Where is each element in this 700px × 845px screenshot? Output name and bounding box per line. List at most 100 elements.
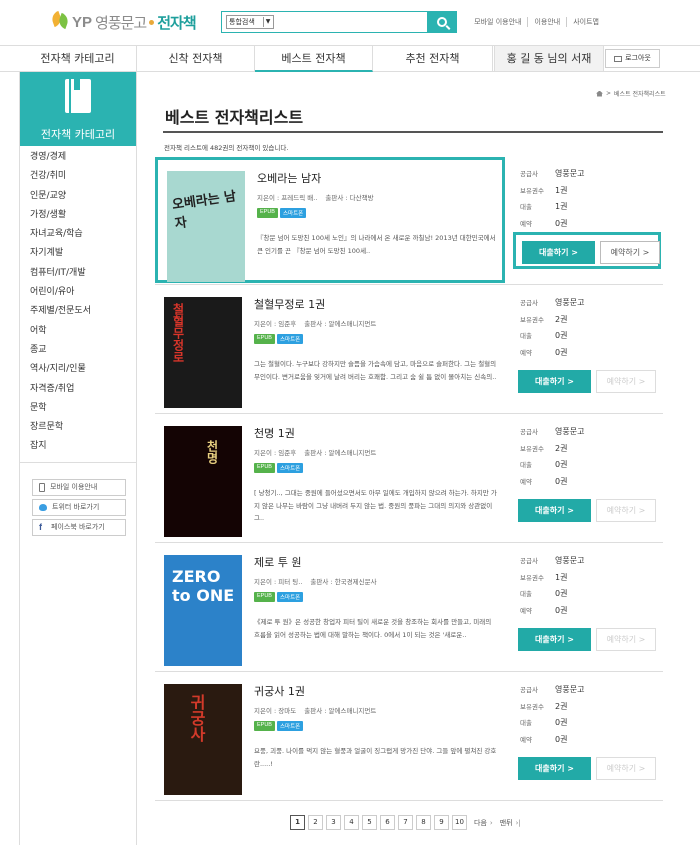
reserved-label: 예약 bbox=[520, 477, 532, 486]
category-item[interactable]: 어린이/유아 bbox=[30, 283, 136, 302]
book-meta: 지은이 : 장마도 출판사 : 알에스매니지먼트 bbox=[254, 705, 376, 715]
book-cover[interactable]: 귀궁사 bbox=[164, 684, 242, 795]
my-library-link[interactable]: 홍 길 동 님의 서재 bbox=[494, 46, 604, 71]
category-item[interactable]: 주제별/전문도서 bbox=[30, 302, 136, 321]
mobile-guide-button[interactable]: 모바일 이용안내 bbox=[32, 478, 126, 496]
page-link[interactable]: 5 bbox=[362, 815, 377, 830]
category-item[interactable]: 인문/교양 bbox=[30, 187, 136, 206]
page-link[interactable]: 7 bbox=[398, 815, 413, 830]
last-page-link[interactable]: 맨뒤 bbox=[500, 818, 513, 828]
facebook-button[interactable]: f 페이스북 바로가기 bbox=[32, 518, 126, 536]
owned-label: 보유권수 bbox=[520, 702, 544, 711]
twitter-button[interactable]: 트위터 바로가기 bbox=[32, 498, 126, 516]
page-link[interactable]: 3 bbox=[326, 815, 341, 830]
category-item[interactable]: 건강/취미 bbox=[30, 167, 136, 186]
category-item[interactable]: 장르문학 bbox=[30, 418, 136, 437]
sidebar-title: 전자책 카테고리 bbox=[40, 128, 116, 141]
loan-button[interactable]: 대출하기 > bbox=[522, 241, 595, 264]
category-item[interactable]: 어학 bbox=[30, 322, 136, 341]
book-description: [ 낭청기.., 그대는 중원에 들어섰으면서도 아무 일에도 개입하지 않으려… bbox=[254, 489, 497, 522]
book-row: 천명 천명 1권 지은이 : 임준후 출판사 : 알에스매니지먼트 EPUB 스… bbox=[155, 415, 663, 543]
publisher-prefix: 출판사 : bbox=[304, 707, 327, 715]
category-item[interactable]: 역사/지리/인물 bbox=[30, 360, 136, 379]
book-title[interactable]: 철혈무정로 1권 bbox=[254, 296, 325, 312]
nav-category[interactable]: 전자책 카테고리 bbox=[19, 46, 137, 71]
book-cover[interactable]: 오베라는 남자 bbox=[167, 171, 245, 282]
category-item[interactable]: 문학 bbox=[30, 399, 136, 418]
main-nav: 전자책 카테고리 신착 전자책 베스트 전자책 추천 전자책 홍 길 동 님의 … bbox=[0, 45, 700, 72]
page-link[interactable]: 9 bbox=[434, 815, 449, 830]
site-logo[interactable]: YP 영풍문고 전자책 bbox=[49, 9, 197, 35]
reserve-button[interactable]: 예약하기 > bbox=[596, 370, 656, 393]
stock-info: 공급사 영풍문고 보유권수 2권 대출 0권 예약 0권 bbox=[518, 424, 658, 490]
loan-button[interactable]: 대출하기 > bbox=[518, 628, 591, 651]
book-cover[interactable]: 천명 bbox=[164, 426, 242, 537]
category-item[interactable]: 잡지 bbox=[30, 437, 136, 456]
book-title[interactable]: 제로 투 원 bbox=[254, 554, 301, 570]
page-link[interactable]: 6 bbox=[380, 815, 395, 830]
nav-new[interactable]: 신착 전자책 bbox=[137, 46, 255, 71]
category-item[interactable]: 자녀교육/학습 bbox=[30, 225, 136, 244]
next-page-link[interactable]: 다음 bbox=[474, 818, 487, 828]
page-link[interactable]: 2 bbox=[308, 815, 323, 830]
util-link-guide[interactable]: 이용안내 bbox=[527, 17, 566, 27]
book-meta: 지은이 : 임준후 출판사 : 알에스매니지먼트 bbox=[254, 447, 376, 457]
book-cover[interactable]: 철혈무정로 bbox=[164, 297, 242, 408]
book-meta: 지은이 : 프레드릭 배.. 출판사 : 다산책방 bbox=[257, 192, 374, 202]
cover-title: ZERO to ONE bbox=[172, 567, 235, 605]
book-row: 오베라는 남자 오베라는 남자 지은이 : 프레드릭 배.. 출판사 : 다산책… bbox=[155, 157, 663, 285]
supplier-value: 영풍문고 bbox=[555, 427, 585, 436]
util-link-mobile[interactable]: 모바일 이용안내 bbox=[468, 17, 527, 27]
book-title[interactable]: 천명 1권 bbox=[254, 425, 295, 441]
logout-button[interactable]: 로그아웃 bbox=[605, 49, 660, 68]
reserved-value: 0권 bbox=[555, 347, 568, 357]
book-description: 그는 철혈이다. 누구보다 강하지만 슬픔을 가슴속에 담고, 마음으로 슬퍼한… bbox=[254, 360, 497, 381]
home-icon[interactable] bbox=[596, 90, 603, 97]
category-item[interactable]: 자격증/취업 bbox=[30, 380, 136, 399]
logo-name: 영풍문고 bbox=[95, 13, 147, 32]
publisher-prefix: 출판사 : bbox=[304, 449, 327, 457]
loaned-label: 대출 bbox=[520, 203, 532, 211]
category-item[interactable]: 컴퓨터/IT/개발 bbox=[30, 264, 136, 283]
book-title[interactable]: 오베라는 남자 bbox=[257, 170, 321, 186]
reserve-label: 예약하기 bbox=[606, 506, 637, 515]
page-link[interactable]: 10 bbox=[452, 815, 467, 830]
page-link[interactable]: 1 bbox=[290, 815, 305, 830]
logo-yp: YP bbox=[72, 13, 93, 31]
util-link-sitemap[interactable]: 사이트맵 bbox=[566, 17, 605, 27]
action-buttons: 대출하기 > 예약하기 > bbox=[512, 493, 662, 527]
cover-title: 철혈무정로 bbox=[171, 303, 185, 363]
chevron-right-icon: > bbox=[642, 248, 650, 257]
reserve-button[interactable]: 예약하기 > bbox=[600, 241, 660, 264]
page-link[interactable]: 8 bbox=[416, 815, 431, 830]
search-button[interactable] bbox=[427, 11, 457, 33]
search-scope-select[interactable]: 통합검색 ▼ bbox=[226, 15, 274, 29]
book-description: 『창문 넘어 도망친 100세 노인』의 나라에서 온 새로운 까칠남! 201… bbox=[257, 234, 496, 255]
loan-button[interactable]: 대출하기 > bbox=[518, 757, 591, 780]
category-item[interactable]: 종교 bbox=[30, 341, 136, 360]
loan-button[interactable]: 대출하기 > bbox=[518, 499, 591, 522]
page-link[interactable]: 4 bbox=[344, 815, 359, 830]
reserve-button[interactable]: 예약하기 > bbox=[596, 757, 656, 780]
breadcrumb-current: 베스트 전자책리스트 bbox=[614, 91, 666, 98]
category-item[interactable]: 가정/생활 bbox=[30, 206, 136, 225]
loan-button[interactable]: 대출하기 > bbox=[518, 370, 591, 393]
supplier-row: 공급사 영풍문고 bbox=[518, 295, 658, 312]
nav-recommend[interactable]: 추천 전자책 bbox=[373, 46, 493, 71]
search-input[interactable]: 통합검색 ▼ bbox=[221, 11, 457, 33]
owned-row: 보유권수 2권 bbox=[518, 312, 658, 329]
author-prefix: 지은이 : bbox=[257, 194, 280, 202]
nav-best[interactable]: 베스트 전자책 bbox=[255, 46, 373, 72]
category-item[interactable]: 경영/경제 bbox=[30, 148, 136, 167]
book-title[interactable]: 귀궁사 1권 bbox=[254, 683, 305, 699]
category-item[interactable]: 자기계발 bbox=[30, 244, 136, 263]
owned-row: 보유권수 2권 bbox=[518, 699, 658, 716]
owned-value: 1권 bbox=[555, 185, 568, 195]
book-cover[interactable]: ZERO to ONE bbox=[164, 555, 242, 666]
loaned-label: 대출 bbox=[520, 461, 532, 469]
reserve-button[interactable]: 예약하기 > bbox=[596, 499, 656, 522]
mobile-guide-label: 모바일 이용안내 bbox=[50, 483, 98, 492]
smartphone-badge: 스마트폰 bbox=[279, 208, 307, 218]
reserve-button[interactable]: 예약하기 > bbox=[596, 628, 656, 651]
loaned-value: 0권 bbox=[555, 589, 568, 598]
